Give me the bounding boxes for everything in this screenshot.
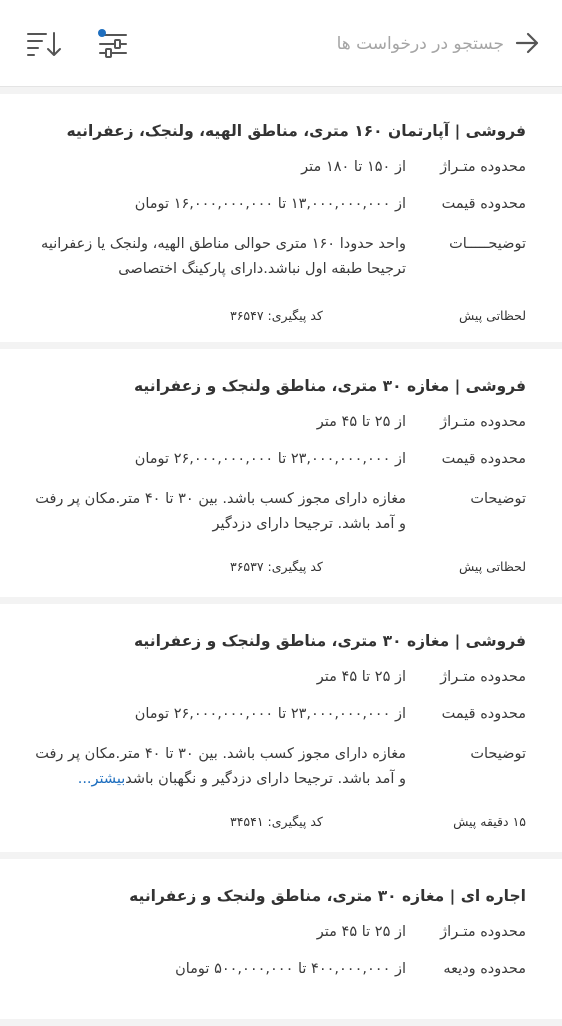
filter-sliders-icon[interactable]: [96, 28, 130, 60]
request-list: فروشی | آپارتمان ۱۶۰ متری، مناطق الهیه، …: [0, 94, 562, 1026]
request-card[interactable]: اجاره ای | مغازه ۳۰ متری، مناطق ولنجک و …: [0, 859, 562, 1019]
area-value: از ۱۵۰ تا ۱۸۰ متر: [301, 159, 406, 175]
area-value: از ۲۵ تا ۴۵ متر: [316, 414, 406, 430]
time-label: لحظاتی پیش: [459, 559, 526, 574]
area-value: از ۲۵ تا ۴۵ متر: [316, 669, 406, 685]
tracking-code: کد پیگیری: ۳۶۵۳۷: [230, 559, 323, 574]
description-label: توضیحات: [470, 491, 526, 507]
card-meta: لحظاتی پیش کد پیگیری: ۳۶۵۳۷: [34, 559, 526, 593]
request-card[interactable]: فروشی | آپارتمان ۱۶۰ متری، مناطق الهیه، …: [0, 94, 562, 342]
area-label: محدوده متـراژ: [440, 414, 526, 430]
description-row: توضیحات مغازه دارای مجوز کسب باشد. بین ۳…: [34, 487, 526, 537]
description-text: مغازه دارای مجوز کسب باشد. بین ۳۰ تا ۴۰ …: [35, 491, 406, 532]
price-row: محدوده قیمت از ۱۳,۰۰۰,۰۰۰,۰۰۰ تا ۱۶,۰۰۰,…: [34, 193, 526, 230]
description-row: توضیحـــــات واحد حدودا ۱۶۰ متری حوالی م…: [34, 232, 526, 282]
price-label: محدوده قیمت: [441, 706, 526, 722]
deposit-label: محدوده ودیعه: [443, 961, 526, 977]
area-row: محدوده متـراژ از ۲۵ تا ۴۵ متر: [34, 411, 526, 448]
description-text: واحد حدودا ۱۶۰ متری حوالی مناطق الهیه، و…: [41, 236, 406, 277]
back-arrow-icon[interactable]: [514, 30, 540, 56]
time-label: لحظاتی پیش: [459, 308, 526, 323]
area-label: محدوده متـراژ: [440, 159, 526, 175]
area-label: محدوده متـراژ: [440, 924, 526, 940]
area-row: محدوده متـراژ از ۲۵ تا ۴۵ متر: [34, 666, 526, 703]
tracking-code: کد پیگیری: ۳۶۵۴۷: [230, 308, 323, 323]
description-row: توضیحات مغازه دارای مجوز کسب باشد. بین ۳…: [34, 742, 526, 792]
top-bar: [0, 0, 562, 87]
request-card[interactable]: فروشی | مغازه ۳۰ متری، مناطق ولنجک و زعف…: [0, 349, 562, 597]
price-row: محدوده قیمت از ۲۳,۰۰۰,۰۰۰,۰۰۰ تا ۲۶,۰۰۰,…: [34, 448, 526, 485]
request-card[interactable]: فروشی | مغازه ۳۰ متری، مناطق ولنجک و زعف…: [0, 604, 562, 852]
price-value: از ۲۳,۰۰۰,۰۰۰,۰۰۰ تا ۲۶,۰۰۰,۰۰۰,۰۰۰ توما…: [134, 706, 406, 722]
search-input[interactable]: [204, 28, 504, 60]
area-row: محدوده متـراژ از ۲۵ تا ۴۵ متر: [34, 921, 526, 958]
tracking-code: کد پیگیری: ۳۴۵۴۱: [230, 814, 323, 829]
more-link[interactable]: بیشتر...: [78, 771, 126, 787]
price-value: از ۱۳,۰۰۰,۰۰۰,۰۰۰ تا ۱۶,۰۰۰,۰۰۰,۰۰۰ توما…: [134, 196, 406, 212]
deposit-value: از ۴۰۰,۰۰۰,۰۰۰ تا ۵۰۰,۰۰۰,۰۰۰ تومان: [175, 961, 406, 977]
card-title: فروشی | مغازه ۳۰ متری، مناطق ولنجک و زعف…: [134, 377, 526, 395]
card-title: اجاره ای | مغازه ۳۰ متری، مناطق ولنجک و …: [129, 887, 526, 905]
card-meta: ۱۵ دقیقه پیش کد پیگیری: ۳۴۵۴۱: [34, 814, 526, 848]
sort-icon[interactable]: [26, 29, 62, 59]
area-value: از ۲۵ تا ۴۵ متر: [316, 924, 406, 940]
description-label: توضیحـــــات: [449, 236, 526, 252]
card-title: فروشی | آپارتمان ۱۶۰ متری، مناطق الهیه، …: [66, 122, 526, 140]
area-label: محدوده متـراژ: [440, 669, 526, 685]
description-label: توضیحات: [470, 746, 526, 762]
price-row: محدوده قیمت از ۲۳,۰۰۰,۰۰۰,۰۰۰ تا ۲۶,۰۰۰,…: [34, 703, 526, 740]
price-label: محدوده قیمت: [441, 451, 526, 467]
price-label: محدوده قیمت: [441, 196, 526, 212]
card-meta: لحظاتی پیش کد پیگیری: ۳۶۵۴۷: [34, 308, 526, 342]
area-row: محدوده متـراژ از ۱۵۰ تا ۱۸۰ متر: [34, 156, 526, 193]
time-label: ۱۵ دقیقه پیش: [453, 814, 526, 829]
deposit-row: محدوده ودیعه از ۴۰۰,۰۰۰,۰۰۰ تا ۵۰۰,۰۰۰,۰…: [34, 958, 526, 995]
card-title: فروشی | مغازه ۳۰ متری، مناطق ولنجک و زعف…: [134, 632, 526, 650]
price-value: از ۲۳,۰۰۰,۰۰۰,۰۰۰ تا ۲۶,۰۰۰,۰۰۰,۰۰۰ توما…: [134, 451, 406, 467]
